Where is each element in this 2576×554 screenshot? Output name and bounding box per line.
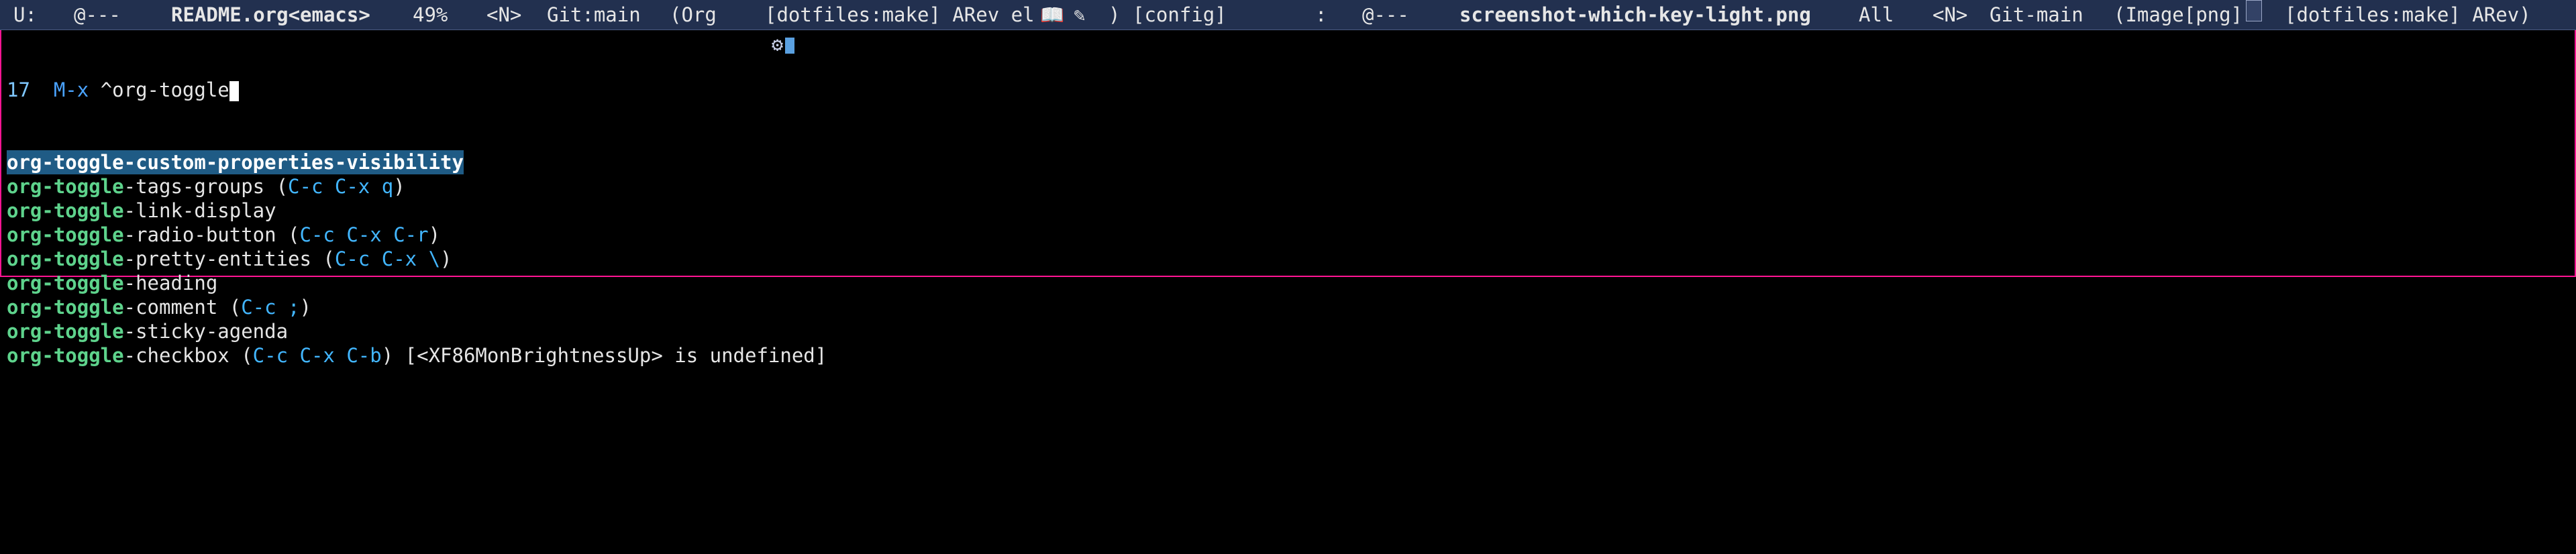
- modeline-buffer-name[interactable]: README.org<emacs>: [171, 0, 370, 30]
- candidate-list[interactable]: org-toggle-custom-properties-visibility o…: [0, 150, 2576, 368]
- candidate[interactable]: org-toggle-tags-groups: [7, 175, 264, 198]
- candidate-name-rest: -radio-button: [123, 223, 276, 246]
- candidate-keybinding: C-c C-x \: [334, 247, 441, 270]
- modeline-evil-state: <N>: [486, 3, 522, 26]
- candidate-row[interactable]: org-toggle-tags-groups (C-c C-x q): [0, 174, 2576, 199]
- candidate-match: org-toggle: [7, 344, 124, 367]
- modeline-percent: 49%: [413, 3, 448, 26]
- candidate-name-rest: -comment: [123, 296, 218, 319]
- candidate-match: org-toggle: [7, 247, 124, 270]
- minibuffer-prompt-line[interactable]: 17 M-x ^org-toggle: [0, 78, 2576, 102]
- keybinding-close-paren: ): [393, 175, 405, 198]
- modeline-state: U:: [13, 3, 37, 26]
- modeline-separator: :: [1315, 3, 1327, 26]
- missing-glyph-icon: [2246, 0, 2262, 21]
- candidate-match: org-toggle: [7, 175, 124, 198]
- candidate-name-rest: -pretty-entities: [123, 247, 311, 270]
- candidate-row[interactable]: org-toggle-comment (C-c ;): [0, 295, 2576, 319]
- candidate-name-rest: -checkbox: [123, 344, 229, 367]
- keybinding-open-paren: (: [229, 344, 253, 367]
- candidate-row[interactable]: org-toggle-heading: [0, 271, 2576, 295]
- candidate-row[interactable]: org-toggle-custom-properties-visibility: [0, 150, 2576, 174]
- keybinding-open-paren: (: [264, 175, 289, 198]
- candidate[interactable]: org-toggle-pretty-entities: [7, 247, 311, 270]
- candidate-name-rest: -custom-properties-visibility: [123, 151, 464, 174]
- modeline-vc-branch[interactable]: Git:main: [547, 0, 641, 30]
- modeline-book-icon: 📖: [1040, 3, 1065, 26]
- keybinding-close-paren: ): [299, 296, 311, 319]
- candidate[interactable]: org-toggle-link-display: [7, 199, 276, 222]
- modeline-project-segment: [dotfiles:make] ARev el: [765, 3, 1035, 26]
- modeline-right-flags: @---: [1362, 3, 1409, 26]
- candidate-keybinding: C-c C-x q: [288, 175, 394, 198]
- selected-candidate[interactable]: org-toggle-custom-properties-visibility: [7, 150, 464, 174]
- candidate-keybinding: C-c ;: [241, 296, 300, 319]
- keybinding-close-paren: ): [440, 247, 452, 270]
- candidate-name-rest: -link-display: [123, 199, 276, 222]
- modeline-right-project-segment: [dotfiles:make] ARev): [2285, 3, 2531, 26]
- modeline-right-evil-state: <N>: [1933, 3, 1968, 26]
- candidate-match: org-toggle: [7, 296, 124, 319]
- minibuffer-input[interactable]: ^org-toggle: [101, 78, 229, 101]
- text-cursor: [229, 81, 239, 101]
- modeline-flags: @---: [74, 3, 121, 26]
- keybinding-open-paren: (: [311, 247, 335, 270]
- candidate-keybinding: C-c C-x C-b: [252, 344, 382, 367]
- candidate-match: org-toggle: [7, 199, 124, 222]
- candidate-keybinding: C-c C-x C-r: [299, 223, 429, 246]
- candidate[interactable]: org-toggle-heading: [7, 272, 217, 294]
- candidate[interactable]: org-toggle-comment: [7, 296, 217, 319]
- modeline-right-position: All: [1859, 3, 1894, 26]
- modeline-right-buffer-name[interactable]: screenshot-which-key-light.png: [1459, 0, 1811, 30]
- candidate-match: org-toggle: [7, 223, 124, 246]
- modeline-workspace[interactable]: [config]: [1133, 0, 1227, 30]
- prompt-label: M-x: [53, 78, 89, 101]
- candidate-match: org-toggle: [7, 151, 124, 174]
- modeline-major-mode[interactable]: (Org: [670, 0, 717, 30]
- candidate-match: org-toggle: [7, 320, 124, 343]
- candidate-name-rest: -sticky-agenda: [123, 320, 289, 343]
- candidate[interactable]: org-toggle-radio-button: [7, 223, 276, 246]
- modeline-right-vc-branch[interactable]: Git-main: [1990, 0, 2083, 30]
- keybinding-close-paren: ): [428, 223, 441, 246]
- modeline-right-major-mode[interactable]: (Image[png]: [2114, 0, 2243, 30]
- candidate-row[interactable]: org-toggle-link-display: [0, 199, 2576, 223]
- candidate-row[interactable]: org-toggle-checkbox (C-c C-x C-b) [<XF86…: [0, 343, 2576, 368]
- keybinding-open-paren: (: [276, 223, 300, 246]
- candidate[interactable]: org-toggle-checkbox: [7, 344, 229, 367]
- candidate-name-rest: -tags-groups: [123, 175, 265, 198]
- keybinding-close-paren: ): [381, 344, 394, 367]
- candidate-row[interactable]: org-toggle-radio-button (C-c C-x C-r): [0, 223, 2576, 247]
- mode-line: U: @--- README.org<emacs> 49% <N> Git:ma…: [0, 0, 2576, 56]
- modeline-close-paren: ): [1109, 3, 1121, 26]
- candidate[interactable]: org-toggle-sticky-agenda: [7, 320, 288, 343]
- echo-message: [<XF86MonBrightnessUp> is undefined]: [405, 344, 827, 367]
- candidate-count: 17: [7, 78, 30, 101]
- keybinding-open-paren: (: [217, 296, 242, 319]
- modeline-edit-icon: ✎: [1074, 3, 1086, 26]
- candidate-row[interactable]: org-toggle-sticky-agenda: [0, 319, 2576, 343]
- candidate-name-rest: -heading: [123, 272, 218, 294]
- candidate-row[interactable]: org-toggle-pretty-entities (C-c C-x \): [0, 247, 2576, 271]
- candidate-match: org-toggle: [7, 272, 124, 294]
- minibuffer[interactable]: 17 M-x ^org-toggle org-toggle-custom-pro…: [0, 30, 2576, 392]
